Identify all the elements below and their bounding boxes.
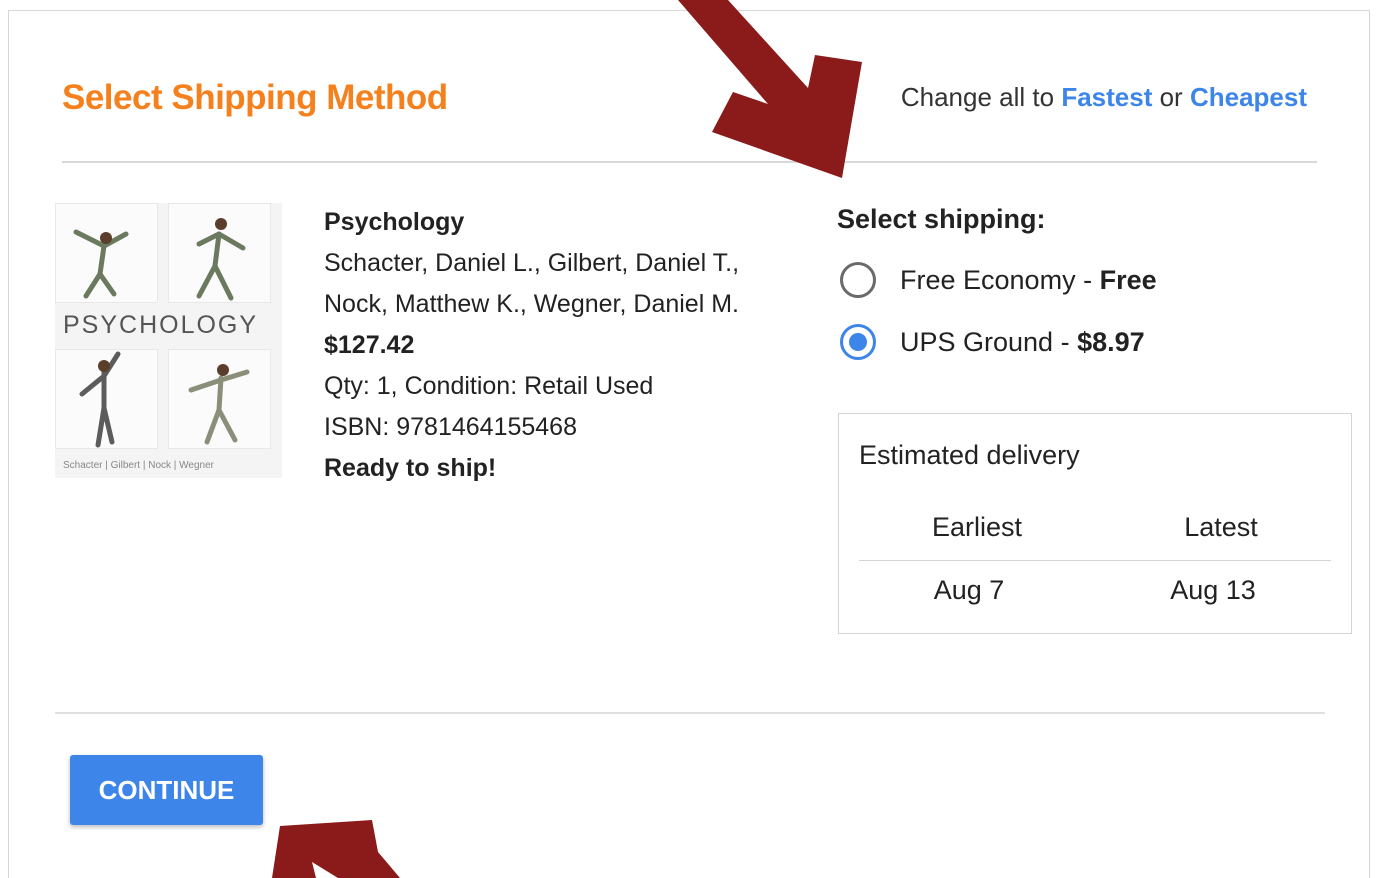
cover-authors: Schacter | Gilbert | Nock | Wegner <box>63 460 214 471</box>
option-separator: - <box>1053 326 1078 357</box>
delivery-title: Estimated delivery <box>859 440 1080 470</box>
change-all-prefix: Change all to <box>900 82 1055 112</box>
option-price: Free <box>1099 264 1157 295</box>
cheapest-link[interactable]: Cheapest <box>1190 82 1307 112</box>
option-price: $8.97 <box>1077 326 1145 357</box>
cover-title: PSYCHOLOGY <box>63 311 259 339</box>
or-text: or <box>1159 82 1183 112</box>
footer-divider <box>55 712 1325 714</box>
cover-tile <box>55 349 158 449</box>
latest-header: Latest <box>1184 512 1258 542</box>
cover-tile <box>168 203 271 303</box>
earliest-header: Earliest <box>931 512 1023 542</box>
book-isbn: ISBN: 9781464155468 <box>324 413 577 441</box>
shipping-heading: Select shipping: <box>837 204 1046 234</box>
header-divider <box>62 161 1317 163</box>
continue-button[interactable]: CONTINUE <box>70 755 263 825</box>
delivery-divider <box>859 560 1331 561</box>
option-name: UPS Ground <box>900 326 1054 357</box>
book-price: $127.42 <box>324 331 415 359</box>
radio-free-economy[interactable] <box>840 262 876 298</box>
shipping-option-ups-ground[interactable]: UPS Ground - $8.97 <box>840 324 1145 360</box>
book-qty-condition: Qty: 1, Condition: Retail Used <box>324 372 654 400</box>
earliest-date: Aug 7 <box>933 575 1005 605</box>
change-all-bar: Change all to Fastest or Cheapest <box>901 82 1307 113</box>
page-title: Select Shipping Method <box>62 78 448 117</box>
dancer-figure <box>73 229 129 299</box>
option-name: Free Economy <box>900 264 1076 295</box>
fastest-link[interactable]: Fastest <box>1061 82 1152 112</box>
book-cover-image: PSYCHOLOGY Schacter | Gilbert | Nock | W… <box>55 203 282 478</box>
cover-tile <box>55 203 158 303</box>
cover-tile <box>168 349 271 449</box>
shipping-option-free-economy[interactable]: Free Economy - Free <box>840 262 1157 298</box>
book-info: Psychology Schacter, Daniel L., Gilbert,… <box>324 202 744 489</box>
dancer-figure <box>188 364 250 445</box>
shipping-page: Select Shipping Method Change all to Fas… <box>0 0 1379 878</box>
book-title: Psychology <box>324 208 465 236</box>
book-status: Ready to ship! <box>324 454 497 482</box>
dancer-figure <box>196 218 246 301</box>
book-authors: Schacter, Daniel L., Gilbert, Daniel T.,… <box>324 249 740 318</box>
option-separator: - <box>1075 264 1100 295</box>
radio-ups-ground[interactable] <box>840 324 876 360</box>
dancer-figure <box>79 351 121 448</box>
latest-date: Aug 13 <box>1170 575 1256 605</box>
estimated-delivery-box: Estimated delivery Earliest Latest Aug 7… <box>838 413 1352 634</box>
